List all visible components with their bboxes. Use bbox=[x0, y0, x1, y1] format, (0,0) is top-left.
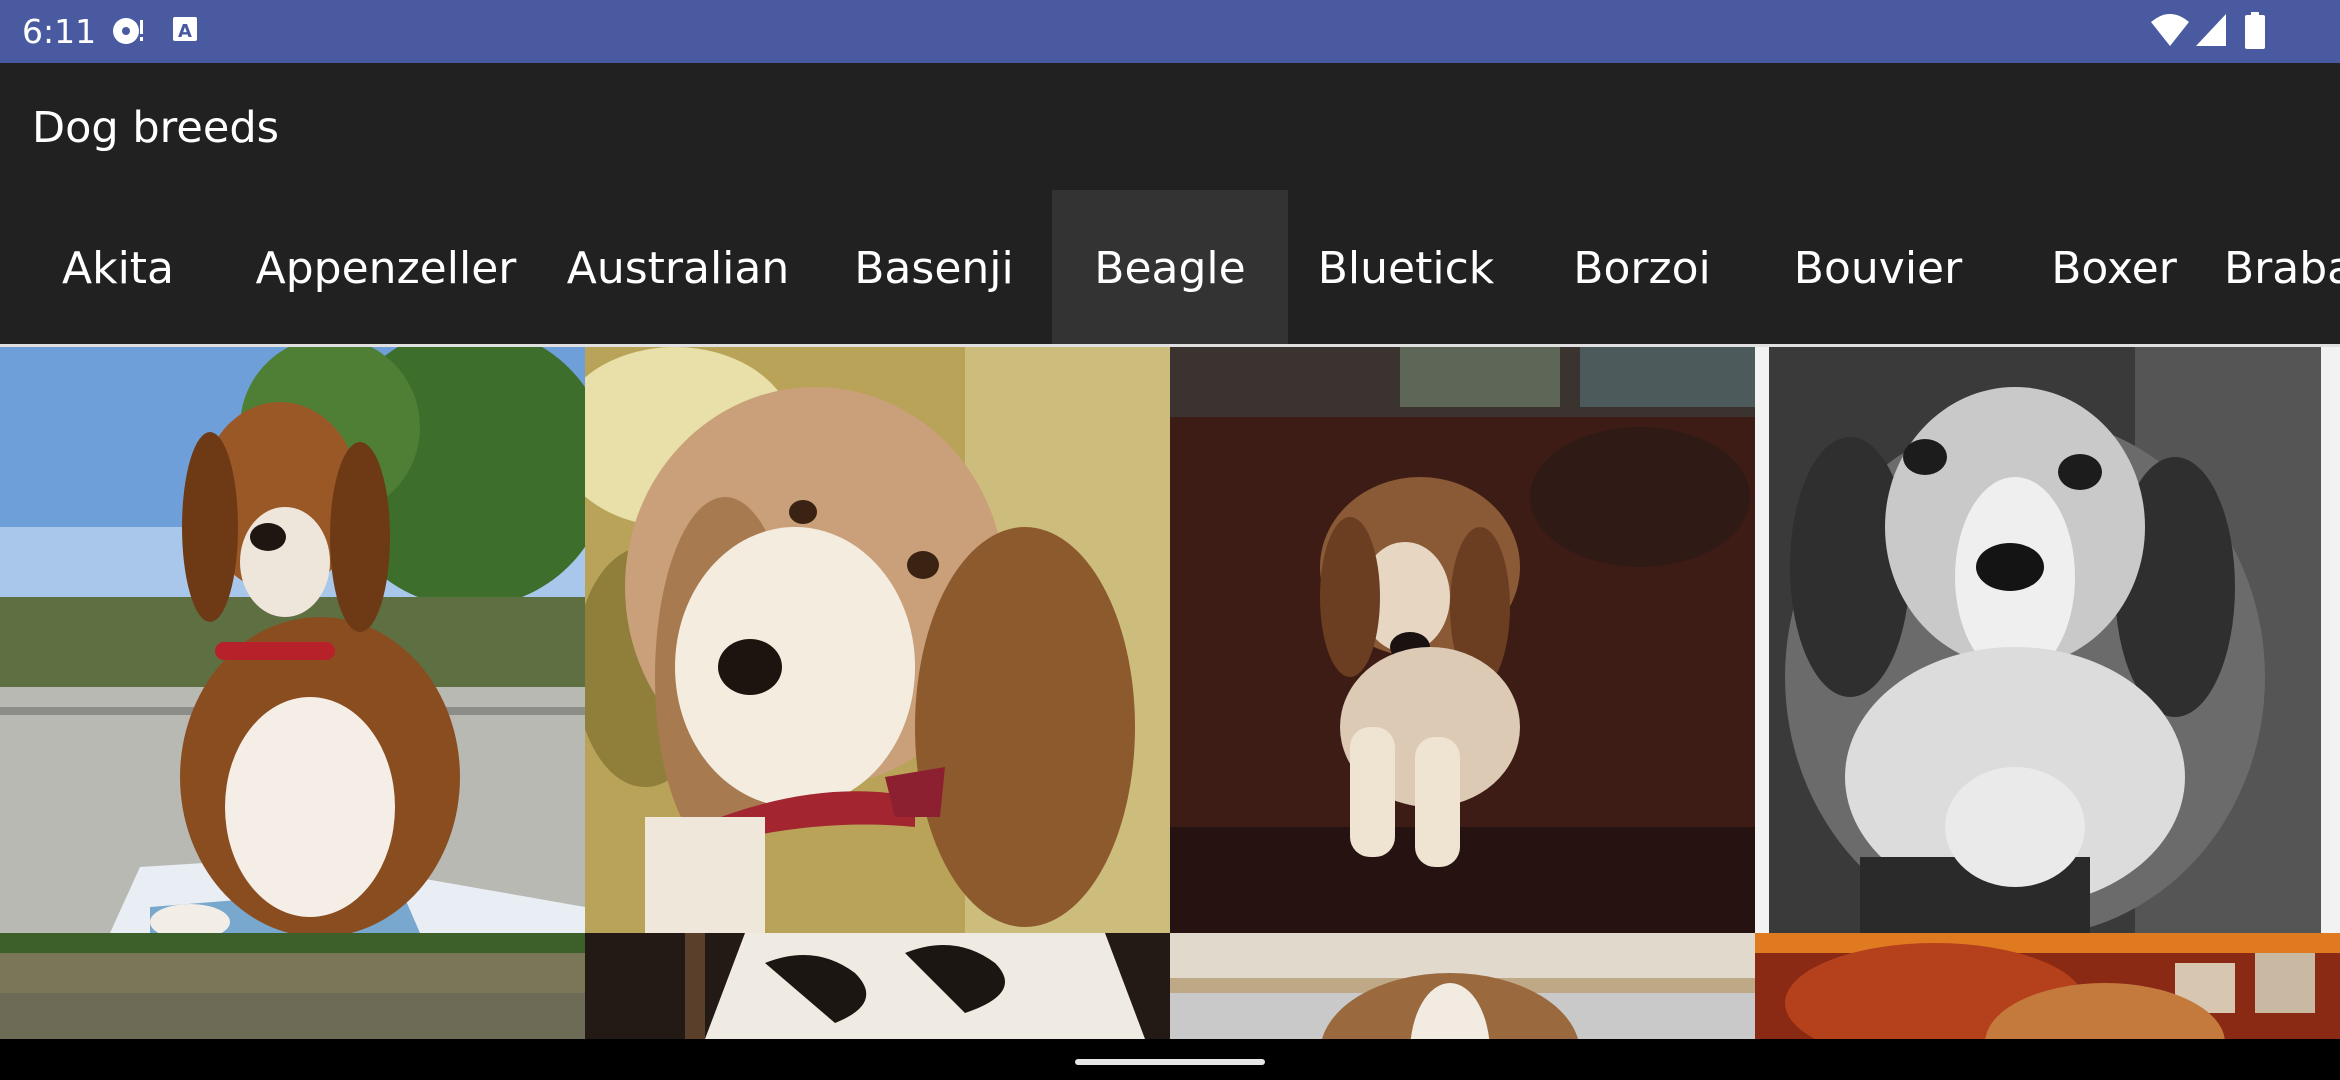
tab-label: Borzoi bbox=[1573, 242, 1711, 294]
beagle-photo-black-and-white[interactable] bbox=[1755, 347, 2340, 933]
keyboard-a-icon: A bbox=[172, 14, 198, 48]
tab-label: Australian bbox=[566, 242, 790, 294]
tab-akita[interactable]: Akita bbox=[0, 190, 236, 346]
dog-photo-grid[interactable] bbox=[0, 347, 2340, 1039]
tab-label: Akita bbox=[61, 242, 175, 294]
app-title: Dog breeds bbox=[32, 103, 280, 153]
tab-basenji[interactable]: Basenji bbox=[816, 190, 1052, 346]
tab-boxer[interactable]: Boxer bbox=[1996, 190, 2232, 346]
beagle-photo-dark-room-lying[interactable] bbox=[1170, 347, 1755, 933]
screen: 6:11 A Dog breeds Akita Appenzeller Aust… bbox=[0, 0, 2340, 1080]
status-bar: 6:11 A bbox=[0, 0, 2340, 63]
status-time: 6:11 bbox=[22, 12, 97, 51]
battery-icon bbox=[2244, 12, 2266, 54]
tab-bouvier[interactable]: Bouvier bbox=[1760, 190, 1996, 346]
tab-label: Bouvier bbox=[1793, 242, 1963, 294]
tab-label: Appenzeller bbox=[255, 242, 517, 294]
beagle-photo-head-top[interactable] bbox=[1170, 933, 1755, 1039]
wifi-icon bbox=[2150, 12, 2190, 52]
beagle-photo-sunlit-closeup[interactable] bbox=[585, 347, 1170, 933]
svg-text:A: A bbox=[178, 21, 192, 42]
tab-beagle[interactable]: Beagle bbox=[1052, 190, 1288, 346]
beagle-photo-cushion[interactable] bbox=[585, 933, 1170, 1039]
tab-brabancon[interactable]: Brabancon bbox=[2224, 190, 2340, 346]
tab-label: Beagle bbox=[1094, 242, 1246, 294]
home-gesture-handle[interactable] bbox=[1075, 1059, 1265, 1065]
tab-appenzeller[interactable]: Appenzeller bbox=[256, 190, 517, 346]
tab-borzoi[interactable]: Borzoi bbox=[1524, 190, 1760, 346]
tab-australian[interactable]: Australian bbox=[560, 190, 796, 346]
beagle-photo-outdoor-newspaper[interactable] bbox=[0, 347, 585, 933]
cellular-signal-icon bbox=[2194, 12, 2228, 52]
breed-tab-strip[interactable]: Akita Appenzeller Australian Basenji Bea… bbox=[0, 190, 2340, 346]
beagle-photo-red-sofa[interactable] bbox=[1755, 933, 2340, 1039]
beagle-photo-grass[interactable] bbox=[0, 933, 585, 1039]
tab-label: Basenji bbox=[854, 242, 1014, 294]
tab-label: Bluetick bbox=[1317, 242, 1495, 294]
tab-label: Boxer bbox=[2051, 242, 2177, 294]
tab-label: Brabancon bbox=[2224, 242, 2340, 294]
tab-bluetick[interactable]: Bluetick bbox=[1288, 190, 1524, 346]
system-nav-bar bbox=[0, 1039, 2340, 1080]
app-bar: Dog breeds bbox=[0, 63, 2340, 190]
media-sync-icon bbox=[110, 14, 146, 52]
